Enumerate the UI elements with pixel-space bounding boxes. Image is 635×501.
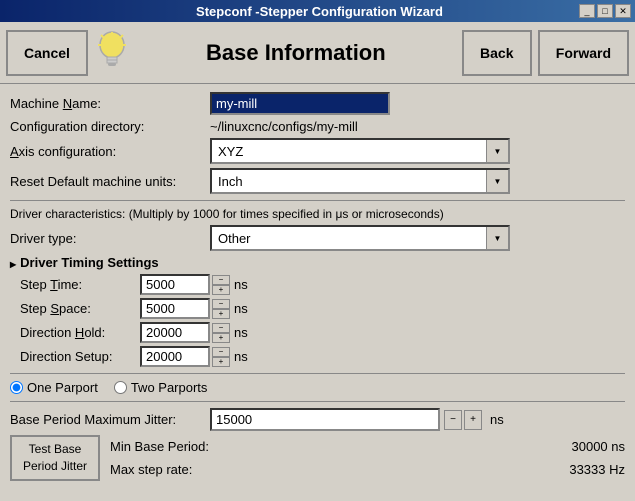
dir-hold-unit: ns	[234, 325, 248, 340]
lightbulb-icon	[94, 30, 130, 76]
driver-type-row: Driver type: Other	[10, 225, 625, 251]
timing-collapse-icon[interactable]	[10, 255, 16, 270]
back-button[interactable]: Back	[462, 30, 532, 76]
dir-setup-inc-button[interactable]: +	[212, 357, 230, 367]
step-space-row: Step Space: − + ns	[20, 298, 625, 319]
two-parport-label[interactable]: Two Parports	[114, 380, 208, 395]
axis-config-row: Axis configuration: XYZ	[10, 138, 625, 164]
timing-title: Driver Timing Settings	[20, 255, 158, 270]
units-dropdown-button[interactable]	[486, 170, 508, 192]
main-content: Machine Name: Configuration directory: ~…	[0, 84, 635, 490]
dir-hold-row: Direction Hold: − + ns	[20, 322, 625, 343]
step-time-label: Step Time:	[20, 277, 140, 292]
step-space-label: Step Space:	[20, 301, 140, 316]
units-dropdown-value: Inch	[212, 172, 486, 191]
units-label: Reset Default machine units:	[10, 174, 210, 189]
cancel-button[interactable]: Cancel	[6, 30, 88, 76]
dir-setup-label: Direction Setup:	[20, 349, 140, 364]
two-parport-text: Two Parports	[131, 380, 208, 395]
maximize-button[interactable]: □	[597, 4, 613, 18]
one-parport-label[interactable]: One Parport	[10, 380, 98, 395]
close-button[interactable]: ✕	[615, 4, 631, 18]
dir-setup-dec-button[interactable]: −	[212, 347, 230, 357]
minimize-button[interactable]: _	[579, 4, 595, 18]
step-time-inc-button[interactable]: +	[212, 285, 230, 295]
test-btn-line1: Test Base	[29, 442, 82, 456]
step-space-spinners: − +	[212, 299, 230, 319]
dir-hold-dec-button[interactable]: −	[212, 323, 230, 333]
step-time-row: Step Time: − + ns	[20, 274, 625, 295]
driver-type-dropdown[interactable]: Other	[210, 225, 510, 251]
max-step-value: 33333 Hz	[569, 462, 625, 477]
two-parport-radio[interactable]	[114, 381, 127, 394]
jitter-input-wrap: − + ns	[210, 408, 504, 431]
bottom-row: Test Base Period Jitter Min Base Period:…	[10, 435, 625, 482]
separator-1	[10, 200, 625, 201]
axis-dropdown[interactable]: XYZ	[210, 138, 510, 164]
units-row: Reset Default machine units: Inch	[10, 168, 625, 194]
toolbar: Cancel Base Information Back Forward	[0, 22, 635, 84]
machine-name-input[interactable]	[210, 92, 390, 115]
jitter-spinners: − +	[444, 410, 482, 430]
min-period-label: Min Base Period:	[110, 439, 209, 454]
one-parport-text: One Parport	[27, 380, 98, 395]
timing-header: Driver Timing Settings	[10, 255, 625, 270]
step-space-input[interactable]	[140, 298, 210, 319]
dir-setup-input[interactable]	[140, 346, 210, 367]
config-dir-value: ~/linuxcnc/configs/my-mill	[210, 119, 358, 134]
dir-setup-spinners: − +	[212, 347, 230, 367]
config-dir-label: Configuration directory:	[10, 119, 210, 134]
step-time-spinners: − +	[212, 275, 230, 295]
step-space-unit: ns	[234, 301, 248, 316]
axis-dropdown-value: XYZ	[212, 142, 486, 161]
separator-2	[10, 373, 625, 374]
driver-type-value: Other	[212, 229, 486, 248]
dir-setup-row: Direction Setup: − + ns	[20, 346, 625, 367]
dir-hold-input[interactable]	[140, 322, 210, 343]
driver-info: Driver characteristics: (Multiply by 100…	[10, 207, 625, 221]
jitter-ns-label: ns	[490, 412, 504, 427]
separator-3	[10, 401, 625, 402]
step-time-input[interactable]	[140, 274, 210, 295]
step-time-dec-button[interactable]: −	[212, 275, 230, 285]
one-parport-radio[interactable]	[10, 381, 23, 394]
min-max-values: 30000 ns 33333 Hz	[569, 435, 625, 482]
axis-dropdown-button[interactable]	[486, 140, 508, 162]
title-bar: Stepconf -Stepper Configuration Wizard _…	[0, 0, 635, 22]
window-title: Stepconf -Stepper Configuration Wizard	[60, 4, 579, 19]
max-step-label: Max step rate:	[110, 462, 192, 477]
units-dropdown[interactable]: Inch	[210, 168, 510, 194]
min-max-info: Min Base Period: Max step rate:	[110, 435, 209, 482]
jitter-inc-button[interactable]: +	[464, 410, 482, 430]
test-btn-line2: Period Jitter	[23, 459, 87, 473]
dir-hold-label: Direction Hold:	[20, 325, 140, 340]
jitter-input[interactable]	[210, 408, 440, 431]
page-title: Base Information	[136, 40, 456, 66]
step-space-inc-button[interactable]: +	[212, 309, 230, 319]
min-period-value: 30000 ns	[572, 439, 626, 454]
step-time-unit: ns	[234, 277, 248, 292]
jitter-label: Base Period Maximum Jitter:	[10, 412, 210, 427]
dir-hold-spinners: − +	[212, 323, 230, 343]
jitter-dec-button[interactable]: −	[444, 410, 462, 430]
dir-hold-inc-button[interactable]: +	[212, 333, 230, 343]
step-space-dec-button[interactable]: −	[212, 299, 230, 309]
config-dir-row: Configuration directory: ~/linuxcnc/conf…	[10, 119, 625, 134]
parport-row: One Parport Two Parports	[10, 380, 625, 395]
driver-type-label: Driver type:	[10, 231, 210, 246]
driver-type-dropdown-button[interactable]	[486, 227, 508, 249]
test-jitter-button[interactable]: Test Base Period Jitter	[10, 435, 100, 481]
machine-name-row: Machine Name:	[10, 92, 625, 115]
jitter-row: Base Period Maximum Jitter: − + ns	[10, 408, 625, 431]
dir-setup-unit: ns	[234, 349, 248, 364]
axis-label: Axis configuration:	[10, 144, 210, 159]
forward-button[interactable]: Forward	[538, 30, 629, 76]
machine-name-label: Machine Name:	[10, 96, 210, 111]
